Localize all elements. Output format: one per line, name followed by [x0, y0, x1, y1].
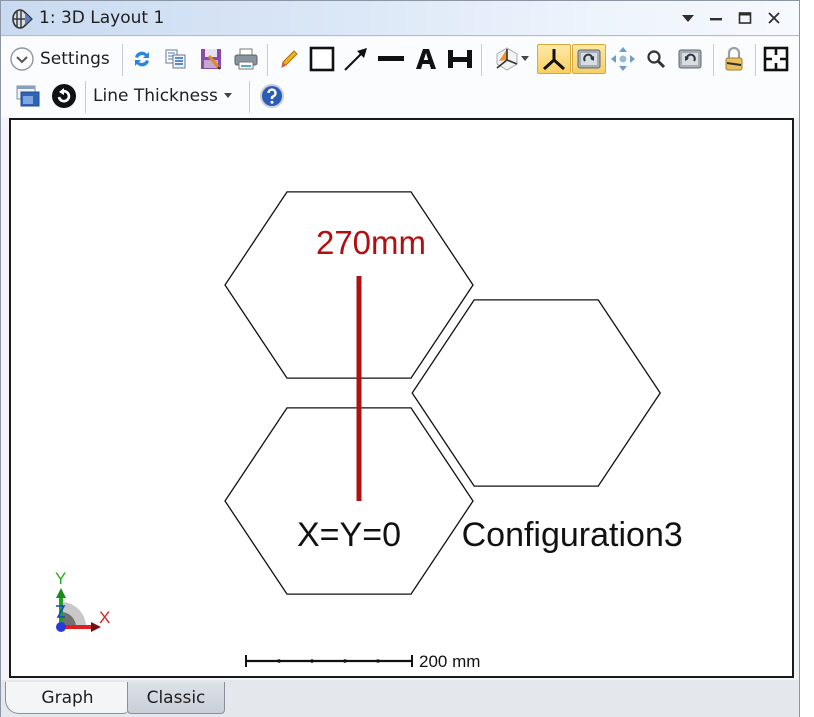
settings-label: Settings — [40, 49, 110, 69]
rectangle-tool-button[interactable] — [307, 44, 337, 74]
3d-view-dropdown[interactable] — [488, 44, 534, 74]
window-title: 1: 3D Layout 1 — [39, 8, 165, 28]
pencil-icon — [281, 50, 298, 68]
toolbar-row-2: Line Thickness — [1, 77, 799, 115]
toolbar-separator — [249, 81, 250, 113]
lock-button[interactable] — [719, 44, 749, 74]
line-icon — [378, 56, 404, 61]
pencil-tool-button[interactable] — [275, 44, 303, 74]
rotate-view-button[interactable] — [572, 44, 606, 74]
reset-view-button[interactable] — [674, 44, 706, 74]
toolbar-separator — [122, 44, 123, 76]
fit-view-button[interactable] — [760, 44, 792, 74]
axes-icon — [542, 49, 566, 71]
close-icon — [768, 12, 780, 24]
tab-classic[interactable]: Classic — [127, 682, 225, 714]
x-axis-label: X — [99, 608, 110, 627]
y-axis-label: Y — [55, 569, 66, 588]
window-menu-button[interactable] — [677, 7, 699, 29]
rectangle-icon — [309, 46, 335, 72]
z-axis-marker — [56, 622, 66, 632]
axes-view-button[interactable] — [537, 44, 571, 74]
origin-label: X=Y=0 — [297, 516, 401, 554]
arrow-icon — [344, 48, 367, 71]
minimize-icon — [710, 18, 722, 21]
maximize-button[interactable] — [734, 7, 756, 29]
copy-icon — [165, 49, 186, 69]
3d-view-icon — [496, 47, 518, 71]
dropdown-triangle-icon — [682, 15, 694, 22]
layout-drawing: 270mm X=Y=0 Configuration3 Y X 200 mm — [55, 191, 683, 671]
line-thickness-label: Line Thickness — [93, 86, 218, 106]
maximize-icon — [738, 12, 752, 24]
pan-icon — [611, 47, 635, 71]
window-icon — [16, 85, 40, 107]
chevron-down-circle-icon — [10, 47, 34, 71]
reload-button[interactable] — [49, 81, 79, 111]
app-logo-icon — [12, 9, 33, 29]
dropdown-arrow-icon — [521, 56, 529, 61]
zoom-icon — [647, 50, 666, 69]
fit-icon — [763, 46, 789, 72]
hexagon-origin — [224, 407, 474, 595]
toolbar-separator — [267, 44, 268, 76]
layout-canvas[interactable]: 270mm X=Y=0 Configuration3 Y X 200 mm — [9, 118, 794, 678]
help-button[interactable] — [256, 81, 288, 111]
print-button[interactable] — [231, 44, 261, 74]
dimension-icon — [448, 50, 472, 68]
refresh-button[interactable] — [128, 44, 156, 74]
scale-bar-label: 200 mm — [419, 652, 480, 671]
line-thickness-dropdown[interactable]: Line Thickness — [93, 81, 243, 111]
hexagon-top-left — [224, 191, 474, 379]
coordinate-axes-triad: Y X — [55, 569, 110, 632]
toolbar-row-1: Settings — [1, 40, 799, 78]
configuration-label: Configuration3 — [462, 516, 683, 554]
arrow-tool-button[interactable] — [341, 44, 371, 74]
dropdown-arrow-icon — [223, 93, 232, 98]
save-icon — [201, 49, 221, 70]
settings-button[interactable]: Settings — [9, 44, 119, 74]
minimize-button[interactable] — [705, 7, 727, 29]
save-button[interactable] — [197, 44, 225, 74]
toolbar-separator — [755, 44, 756, 76]
text-icon — [416, 49, 436, 69]
hexagon-configuration3 — [411, 299, 661, 487]
toolbar-separator — [85, 81, 86, 113]
dimension-tool-button[interactable] — [445, 44, 475, 74]
refresh-icon — [135, 51, 149, 67]
pan-button[interactable] — [608, 44, 638, 74]
reset-view-icon — [678, 49, 702, 69]
scale-bar: 200 mm — [245, 652, 480, 671]
rotate-icon — [577, 49, 601, 69]
lock-icon — [725, 46, 743, 71]
close-button[interactable] — [763, 7, 785, 29]
layout-window: 1: 3D Layout 1 Settings Line Thickness 2… — [0, 0, 800, 717]
zoom-button[interactable] — [642, 44, 670, 74]
toolbar: Settings Line Thickness — [1, 37, 799, 117]
reload-icon — [52, 84, 76, 108]
tab-graph[interactable]: Graph — [5, 682, 129, 714]
help-icon — [260, 84, 284, 108]
view-tabs: Graph Classic — [1, 680, 799, 717]
text-tool-button[interactable] — [411, 44, 441, 74]
copy-button[interactable] — [162, 44, 190, 74]
title-bar[interactable]: 1: 3D Layout 1 — [1, 1, 799, 36]
print-icon — [234, 48, 258, 70]
measurement-label: 270mm — [316, 224, 426, 261]
window-options-button[interactable] — [13, 81, 43, 111]
toolbar-separator — [481, 44, 482, 76]
toolbar-separator — [713, 44, 714, 76]
line-tool-button[interactable] — [375, 44, 407, 74]
